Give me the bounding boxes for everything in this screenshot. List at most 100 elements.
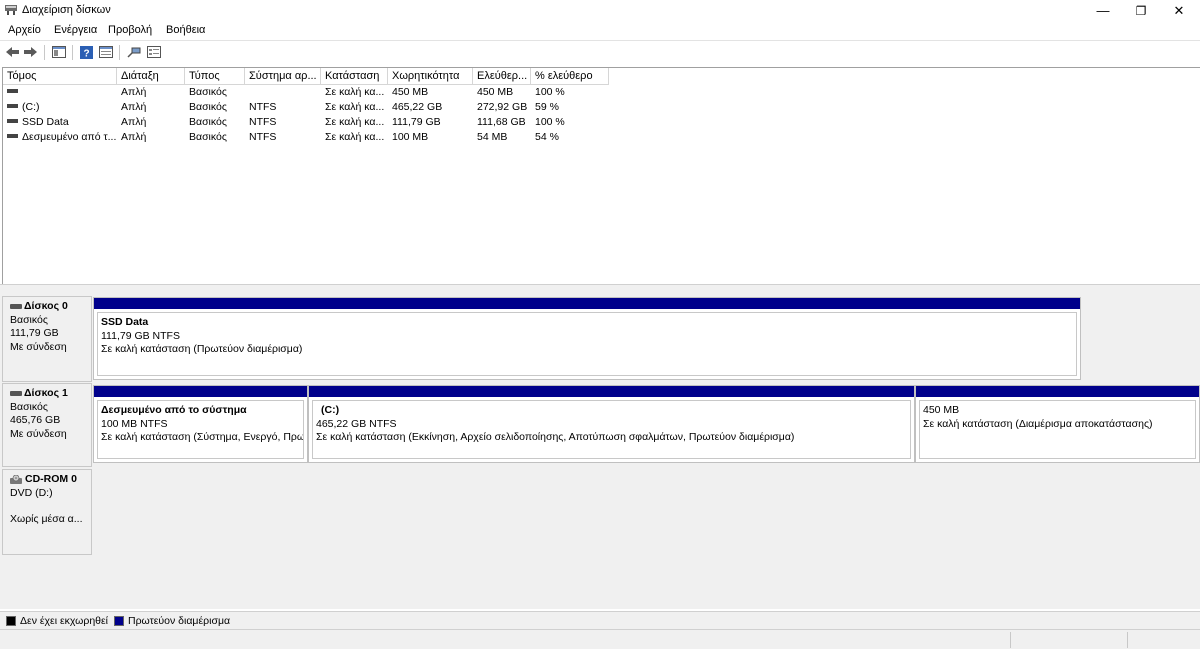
column-header-type[interactable]: Τύπος (185, 68, 245, 85)
back-button[interactable] (4, 44, 21, 60)
volume-status: Σε καλή κα... (325, 101, 385, 113)
disk-size: 111,79 GB (10, 327, 59, 339)
toolbar: ? (0, 40, 1200, 63)
partition-system-reserved[interactable]: Δεσμευμένο από το σύστημα 100 MB NTFS Σε… (93, 385, 308, 463)
partition-name: SSD Data (101, 316, 149, 328)
help-button[interactable]: ? (78, 44, 95, 60)
column-header-percent-free[interactable]: % ελεύθερο (531, 68, 609, 85)
cdrom-0-area[interactable] (92, 469, 1200, 555)
connect-button[interactable] (125, 44, 142, 60)
disk-icon (10, 391, 22, 397)
partition-status: Σε καλή κατάσταση (Εκκίνηση, Αρχείο σελι… (316, 431, 795, 443)
connect-icon (126, 47, 140, 58)
column-header-layout[interactable]: Διάταξη (117, 68, 185, 85)
partition-size: 100 MB NTFS (101, 417, 168, 430)
volume-filesystem: NTFS (249, 131, 277, 143)
disk-0-label[interactable]: Δίσκος 0 Βασικός 111,79 GB Με σύνδεση (2, 296, 92, 382)
back-arrow-icon (6, 47, 19, 57)
cdrom-0-label[interactable]: CD-ROM 0 DVD (D:) Χωρίς μέσα α... (2, 469, 92, 555)
partition-size: 450 MB (923, 404, 960, 416)
title-bar: Διαχείριση δίσκων — ❐ ✕ (0, 0, 1200, 21)
disk-1-label[interactable]: Δίσκος 1 Βασικός 465,76 GB Με σύνδεση (2, 383, 92, 467)
svg-text:?: ? (83, 48, 89, 59)
partition-ssd-data[interactable]: SSD Data 111,79 GB NTFS Σε καλή κατάστασ… (93, 297, 1081, 380)
close-button[interactable]: ✕ (1156, 0, 1200, 21)
volume-layout: Απλή (121, 131, 147, 143)
volume-row[interactable]: Δεσμευμένο από τ... Απλή Βασικός NTFS Σε… (3, 130, 1200, 145)
minimize-icon: — (1096, 3, 1110, 18)
status-separator (1127, 632, 1128, 648)
disk-management-app-icon (5, 5, 17, 15)
column-header-free-space[interactable]: Ελεύθερ... (473, 68, 531, 85)
disk-size: 465,76 GB (10, 414, 61, 426)
disk-graphical-view: Δίσκος 0 Βασικός 111,79 GB Με σύνδεση SS… (0, 289, 1200, 609)
volume-free-space: 111,68 GB (477, 116, 526, 128)
view-button[interactable] (145, 44, 162, 60)
volume-filesystem: NTFS (249, 101, 277, 113)
forward-arrow-icon (24, 47, 37, 57)
partition-status: Σε καλή κατάσταση (Διαμέρισμα αποκατάστα… (923, 417, 1153, 430)
volume-status: Σε καλή κα... (325, 131, 385, 143)
drive-letter: DVD (D:) (10, 486, 53, 499)
partition-name: (C:) (321, 404, 340, 416)
unallocated-swatch (6, 616, 16, 626)
view-icon (146, 46, 161, 58)
help-icon: ? (80, 45, 93, 59)
partition-size: 111,79 GB NTFS (101, 329, 180, 342)
menu-view[interactable]: Προβολή (108, 24, 152, 36)
volume-row[interactable]: (C:) Απλή Βασικός NTFS Σε καλή κα... 465… (3, 100, 1200, 115)
column-header-filesystem[interactable]: Σύστημα αρ... (245, 68, 321, 85)
show-hide-console-tree-button[interactable] (50, 44, 67, 60)
column-header-status[interactable]: Κατάσταση (321, 68, 388, 85)
primary-partition-bar (309, 386, 914, 397)
legend-label: Πρωτεύον διαμέρισμα (128, 615, 231, 627)
partition-recovery[interactable]: 450 MB Σε καλή κατάσταση (Διαμέρισμα απο… (915, 385, 1200, 463)
volume-name: (C:) (22, 101, 40, 113)
volume-percent-free: 59 % (535, 101, 559, 113)
close-icon: ✕ (1173, 2, 1185, 18)
volume-row[interactable]: Απλή Βασικός Σε καλή κα... 450 MB 450 MB… (3, 85, 1200, 100)
disk-name: Δίσκος 0 (24, 300, 68, 312)
disk-state: Με σύνδεση (10, 427, 67, 440)
properties-icon (98, 46, 113, 58)
volume-name: Δεσμευμένο από τ... (22, 131, 117, 143)
properties-button[interactable] (97, 44, 114, 60)
volume-name: SSD Data (22, 116, 69, 128)
toolbar-separator (119, 45, 120, 60)
menu-action[interactable]: Ενέργεια (54, 24, 97, 36)
volume-icon (7, 134, 18, 139)
volume-percent-free: 54 % (535, 131, 559, 143)
primary-partition-swatch (114, 616, 124, 626)
volume-percent-free: 100 % (535, 116, 565, 128)
menu-bar: Αρχείο Ενέργεια Προβολή Βοήθεια (0, 21, 1200, 39)
partition-c-drive[interactable]: (C:) 465,22 GB NTFS Σε καλή κατάσταση (Ε… (308, 385, 915, 463)
column-header-capacity[interactable]: Χωρητικότητα (388, 68, 473, 85)
window-title: Διαχείριση δίσκων (22, 4, 111, 16)
volume-type: Βασικός (189, 101, 227, 113)
primary-partition-bar (916, 386, 1199, 397)
volume-free-space: 450 MB (477, 86, 514, 98)
partition-name: Δεσμευμένο από το σύστημα (101, 404, 247, 416)
volume-list-header: Τόμος Διάταξη Τύπος Σύστημα αρ... Κατάστ… (3, 68, 1200, 85)
disk-name: Δίσκος 1 (24, 387, 68, 399)
disk-icon (10, 304, 22, 310)
maximize-icon: ❐ (1135, 3, 1147, 18)
legend-item-primary-partition: Πρωτεύον διαμέρισμα (114, 615, 230, 627)
cd-rom-icon (10, 474, 22, 484)
legend-item-unallocated: Δεν έχει εκχωρηθεί (6, 615, 108, 627)
menu-file[interactable]: Αρχείο (8, 24, 41, 36)
volume-icon (7, 119, 18, 124)
show-hide-console-tree-icon (51, 46, 66, 58)
volume-layout: Απλή (121, 86, 147, 98)
disk-state: Με σύνδεση (10, 340, 67, 353)
partition-size: 465,22 GB NTFS (316, 417, 397, 430)
volume-layout: Απλή (121, 101, 147, 113)
volume-type: Βασικός (189, 131, 227, 143)
partition-status: Σε καλή κατάσταση (Πρωτεύον διαμέρισμα) (101, 343, 303, 355)
disk-type: Βασικός (10, 400, 48, 413)
forward-button[interactable] (22, 44, 39, 60)
menu-help[interactable]: Βοήθεια (166, 24, 205, 36)
column-header-volume[interactable]: Τόμος (3, 68, 117, 85)
volume-percent-free: 100 % (535, 86, 565, 98)
volume-row[interactable]: SSD Data Απλή Βασικός NTFS Σε καλή κα...… (3, 115, 1200, 130)
